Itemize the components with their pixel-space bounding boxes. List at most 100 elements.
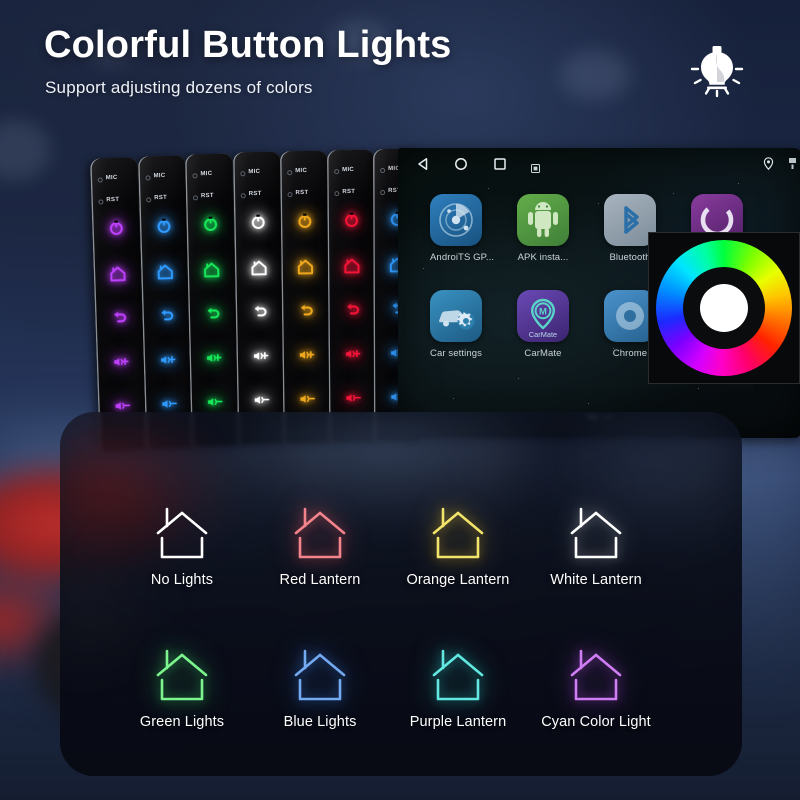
- lantern-option-label: Cyan Color Light: [541, 714, 651, 730]
- volume-up-button[interactable]: [345, 346, 361, 362]
- mic-label: MIC: [295, 167, 308, 175]
- android-head-unit-screen[interactable]: AndroiTS GP...APK insta...BluetoothBoo..…: [398, 148, 800, 438]
- back-button[interactable]: [204, 306, 220, 322]
- volume-up-button[interactable]: [298, 347, 315, 363]
- reset-label: RST: [295, 189, 309, 197]
- power-button[interactable]: [343, 212, 359, 228]
- lantern-option[interactable]: Red Lantern: [250, 500, 390, 588]
- home-button[interactable]: [110, 266, 127, 283]
- lantern-option[interactable]: Blue Lights: [250, 642, 390, 730]
- page-header: Colorful Button Lights Support adjusting…: [0, 0, 800, 130]
- back-button[interactable]: [111, 310, 128, 327]
- back-button[interactable]: [158, 308, 174, 324]
- nav-home-button[interactable]: [454, 157, 468, 176]
- power-button[interactable]: [297, 213, 313, 229]
- back-button[interactable]: [252, 304, 268, 320]
- house-lantern-icon[interactable]: [388, 642, 528, 704]
- mic-label: MIC: [200, 170, 213, 178]
- app-icon[interactable]: APK insta...: [517, 194, 569, 263]
- house-lantern-icon[interactable]: [250, 500, 390, 562]
- back-button[interactable]: [298, 303, 314, 319]
- reset-indicator-dot: [192, 195, 199, 201]
- lantern-option-label: No Lights: [150, 572, 214, 588]
- lantern-option[interactable]: Green Lights: [112, 642, 252, 730]
- nav-screenshot-button[interactable]: [531, 160, 540, 178]
- button-strip: MIC RST: [327, 149, 378, 443]
- house-lantern-icon[interactable]: [250, 642, 390, 704]
- volume-up-button[interactable]: [205, 350, 222, 366]
- lantern-option[interactable]: White Lantern: [526, 500, 666, 588]
- mic-label: MIC: [248, 168, 261, 176]
- house-lantern-icon[interactable]: [112, 642, 252, 704]
- color-wheel-picker[interactable]: [648, 232, 800, 384]
- lantern-option-label: Green Lights: [139, 714, 225, 730]
- volume-up-button[interactable]: [252, 348, 269, 364]
- reset-indicator-dot: [287, 192, 293, 198]
- house-lantern-icon[interactable]: [526, 642, 666, 704]
- mic-indicator-dot: [192, 173, 198, 179]
- home-button[interactable]: [157, 264, 174, 280]
- volume-up-button[interactable]: [113, 354, 130, 371]
- lantern-option[interactable]: No Lights: [112, 500, 252, 588]
- reset-indicator-dot: [334, 191, 340, 197]
- star: [518, 378, 519, 379]
- app-icon[interactable]: M CarMate CarMate: [517, 290, 569, 359]
- mic-label: MIC: [153, 172, 166, 180]
- house-lantern-icon[interactable]: [388, 500, 528, 562]
- button-strip: MIC RST: [233, 151, 287, 445]
- volume-down-button[interactable]: [253, 392, 270, 408]
- star: [423, 268, 424, 269]
- lantern-option-label: Orange Lantern: [406, 572, 510, 588]
- page-subtitle: Support adjusting dozens of colors: [45, 78, 313, 97]
- power-button[interactable]: [108, 220, 125, 237]
- app-icon[interactable]: Car settings: [430, 290, 482, 359]
- volume-down-button[interactable]: [299, 391, 315, 407]
- reset-label: RST: [106, 196, 120, 204]
- svg-text:CarMate: CarMate: [529, 330, 557, 339]
- car-gear-icon[interactable]: [430, 290, 482, 342]
- reset-indicator-dot: [146, 197, 152, 203]
- back-button[interactable]: [344, 302, 360, 318]
- star: [598, 203, 599, 204]
- reset-label: RST: [342, 188, 356, 196]
- page-title: Colorful Button Lights: [44, 24, 452, 66]
- device-panel: MIC RST MIC RST MIC RST MIC RST MIC RST MIC RST MIC R…: [88, 148, 800, 451]
- home-button[interactable]: [297, 259, 314, 275]
- power-button[interactable]: [156, 218, 172, 234]
- volume-down-button[interactable]: [206, 394, 223, 410]
- house-lantern-icon[interactable]: [112, 500, 252, 562]
- reset-indicator-dot: [380, 190, 386, 196]
- android-nav-bar: [398, 148, 800, 178]
- volume-down-button[interactable]: [161, 396, 177, 412]
- star: [488, 188, 489, 189]
- mic-indicator-dot: [240, 171, 246, 177]
- nav-recents-button[interactable]: [493, 157, 507, 176]
- home-button[interactable]: [203, 262, 220, 278]
- gps-radar-icon[interactable]: [430, 194, 482, 246]
- app-label: CarMate: [524, 348, 562, 359]
- lantern-option[interactable]: Orange Lantern: [388, 500, 528, 588]
- nav-back-button[interactable]: [416, 157, 430, 176]
- app-label: Car settings: [430, 348, 482, 359]
- reset-label: RST: [154, 194, 168, 202]
- reset-indicator-dot: [240, 193, 246, 199]
- house-lantern-icon[interactable]: [526, 500, 666, 562]
- home-button[interactable]: [251, 260, 267, 276]
- app-icon[interactable]: AndroiTS GP...: [430, 194, 495, 263]
- volume-up-button[interactable]: [159, 352, 176, 368]
- app-label: AndroiTS GP...: [430, 252, 495, 263]
- color-wheel-center-swatch[interactable]: [700, 284, 748, 332]
- power-button[interactable]: [202, 216, 218, 232]
- map-pin-m-icon[interactable]: M CarMate: [517, 290, 569, 342]
- lantern-option-label: Red Lantern: [279, 572, 361, 588]
- volume-down-button[interactable]: [345, 390, 361, 406]
- mic-indicator-dot: [287, 170, 293, 176]
- signal-icon: [789, 157, 798, 175]
- home-button[interactable]: [344, 258, 360, 274]
- lantern-option[interactable]: Cyan Color Light: [526, 642, 666, 730]
- mic-indicator-dot: [380, 168, 386, 174]
- power-button[interactable]: [250, 214, 266, 230]
- android-robot-icon[interactable]: [517, 194, 569, 246]
- lantern-option[interactable]: Purple Lantern: [388, 642, 528, 730]
- mic-indicator-dot: [145, 175, 151, 181]
